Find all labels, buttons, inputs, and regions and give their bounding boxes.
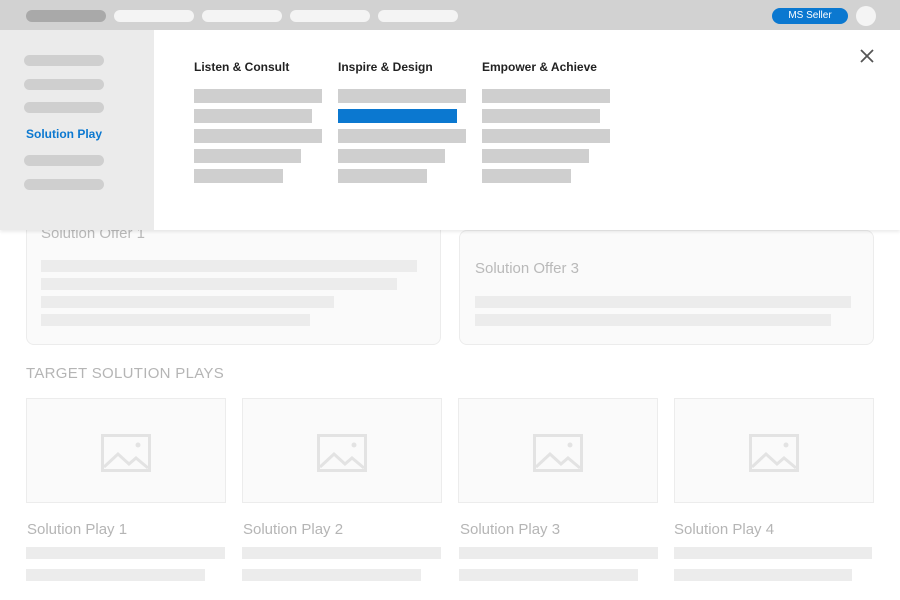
solution-offer-3-title: Solution Offer 3: [475, 260, 579, 277]
solution-play-2-image[interactable]: [242, 398, 442, 503]
menu-link[interactable]: [338, 169, 427, 183]
solution-play-3-image[interactable]: [458, 398, 658, 503]
solution-play-2-title[interactable]: Solution Play 2: [243, 521, 343, 538]
text-line: [475, 296, 851, 308]
menu-link[interactable]: [194, 169, 283, 183]
nav-item-4[interactable]: [378, 10, 458, 22]
text-line: [41, 314, 310, 326]
menu-link-selected[interactable]: [338, 109, 457, 123]
sidebar-item[interactable]: [24, 55, 104, 66]
solution-play-3-title[interactable]: Solution Play 3: [460, 521, 560, 538]
image-placeholder-icon: [533, 434, 583, 472]
text-line: [41, 296, 334, 308]
sidebar-item[interactable]: [24, 179, 104, 190]
image-placeholder-icon: [317, 434, 367, 472]
menu-link[interactable]: [194, 149, 301, 163]
text-line: [242, 547, 441, 559]
menu-link[interactable]: [482, 169, 571, 183]
solution-play-1-image[interactable]: [26, 398, 226, 503]
text-line: [674, 547, 872, 559]
sidebar-item-solution-play[interactable]: Solution Play: [26, 127, 102, 141]
text-line: [459, 569, 638, 581]
avatar[interactable]: [856, 6, 876, 26]
solution-offer-card-3[interactable]: Solution Offer 3: [459, 230, 874, 345]
menu-link[interactable]: [338, 89, 466, 103]
nav-item-2[interactable]: [202, 10, 282, 22]
sidebar-item[interactable]: [24, 155, 104, 166]
text-line: [674, 569, 852, 581]
solution-play-1-title[interactable]: Solution Play 1: [27, 521, 127, 538]
column-heading-listen-consult: Listen & Consult: [194, 60, 290, 74]
column-heading-inspire-design: Inspire & Design: [338, 60, 433, 74]
ms-seller-badge[interactable]: MS Seller: [772, 8, 848, 24]
text-line: [41, 278, 397, 290]
menu-link[interactable]: [194, 109, 312, 123]
solution-play-4-title[interactable]: Solution Play 4: [674, 521, 774, 538]
text-line: [26, 569, 205, 581]
image-placeholder-icon: [101, 434, 151, 472]
menu-link[interactable]: [482, 149, 589, 163]
close-button[interactable]: [858, 47, 876, 65]
text-line: [475, 314, 831, 326]
nav-logo-placeholder[interactable]: [26, 10, 106, 22]
text-line: [459, 547, 658, 559]
menu-link[interactable]: [194, 89, 322, 103]
text-line: [41, 260, 417, 272]
menu-link[interactable]: [482, 109, 600, 123]
sidebar-item[interactable]: [24, 102, 104, 113]
nav-item-3[interactable]: [290, 10, 370, 22]
sidebar-item[interactable]: [24, 79, 104, 90]
image-placeholder-icon: [749, 434, 799, 472]
menu-link[interactable]: [338, 149, 445, 163]
menu-link[interactable]: [482, 89, 610, 103]
nav-item-1[interactable]: [114, 10, 194, 22]
solution-play-4-image[interactable]: [674, 398, 874, 503]
top-nav-bar: MS Seller: [0, 0, 900, 30]
menu-link[interactable]: [338, 129, 466, 143]
column-heading-empower-achieve: Empower & Achieve: [482, 60, 597, 74]
text-line: [26, 547, 225, 559]
close-icon: [860, 49, 874, 63]
mega-menu-sidebar: Solution Play: [0, 30, 154, 230]
text-line: [242, 569, 421, 581]
menu-link[interactable]: [482, 129, 610, 143]
mega-menu: Solution Play Listen & Consult Inspire &…: [0, 30, 900, 230]
menu-link[interactable]: [194, 129, 322, 143]
target-solution-plays-heading: TARGET SOLUTION PLAYS: [26, 365, 225, 382]
